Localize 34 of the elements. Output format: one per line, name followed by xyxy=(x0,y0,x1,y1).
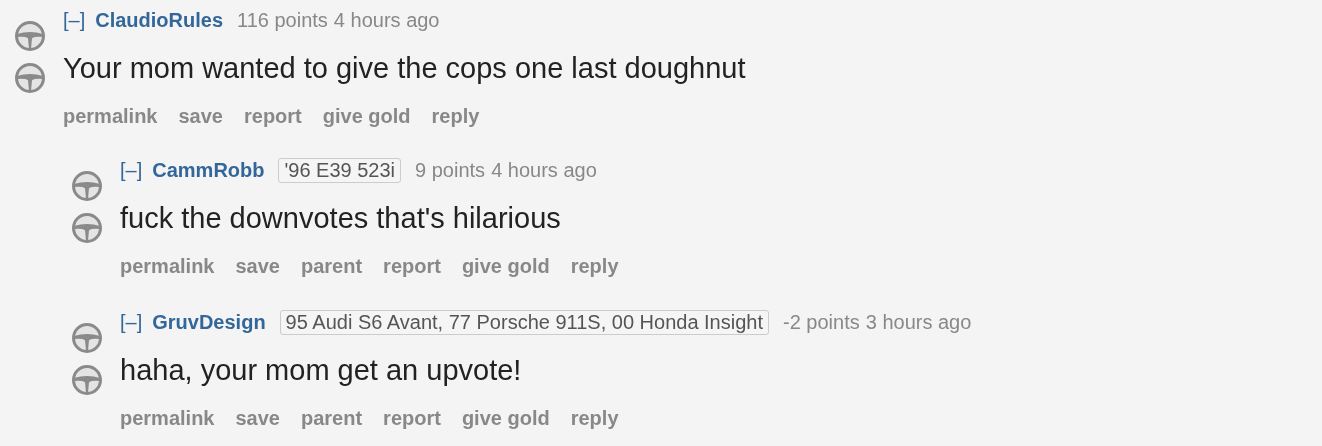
action-link[interactable]: permalink xyxy=(120,254,215,278)
username-link[interactable]: CammRobb xyxy=(152,158,265,182)
action-link[interactable]: reply xyxy=(570,254,619,278)
action-link[interactable]: save xyxy=(235,406,280,430)
timestamp: 3 hours ago xyxy=(865,310,972,334)
username-link[interactable]: GruvDesign xyxy=(152,310,266,334)
collapse-toggle[interactable]: [–] xyxy=(120,310,143,334)
action-link[interactable]: give gold xyxy=(461,254,550,278)
score-text: 9 points xyxy=(415,158,486,182)
action-link[interactable]: parent xyxy=(301,254,363,278)
comment-text: Your mom wanted to give the cops one last doughnut xyxy=(63,50,747,86)
action-link[interactable]: reply xyxy=(570,406,619,430)
username-link[interactable]: ClaudioRules xyxy=(95,8,224,32)
comment-text: haha, your mom get an upvote! xyxy=(120,352,523,388)
timestamp: 4 hours ago xyxy=(333,8,440,32)
action-link[interactable]: report xyxy=(383,254,441,278)
action-link[interactable]: parent xyxy=(301,406,363,430)
comment-text: fuck the downvotes that's hilarious xyxy=(120,200,562,236)
action-link[interactable]: report xyxy=(383,406,441,430)
action-link[interactable]: save xyxy=(178,104,223,128)
action-link[interactable]: permalink xyxy=(63,104,158,128)
action-link[interactable]: give gold xyxy=(461,406,550,430)
action-link[interactable]: save xyxy=(235,254,280,278)
timestamp: 4 hours ago xyxy=(491,158,597,182)
action-link[interactable]: report xyxy=(244,104,302,128)
collapse-toggle[interactable]: [–] xyxy=(63,8,86,32)
score-text: -2 points xyxy=(783,310,860,334)
user-flair: 95 Audi S6 Avant, 77 Porsche 911S, 00 Honda Insight xyxy=(279,309,769,335)
action-link[interactable]: reply xyxy=(431,104,480,128)
action-link[interactable]: permalink xyxy=(120,406,215,430)
user-flair: '96 E39 523i xyxy=(278,157,402,183)
collapse-toggle[interactable]: [–] xyxy=(120,158,143,182)
score-text: 116 points xyxy=(237,8,328,32)
action-link[interactable]: give gold xyxy=(322,104,411,128)
